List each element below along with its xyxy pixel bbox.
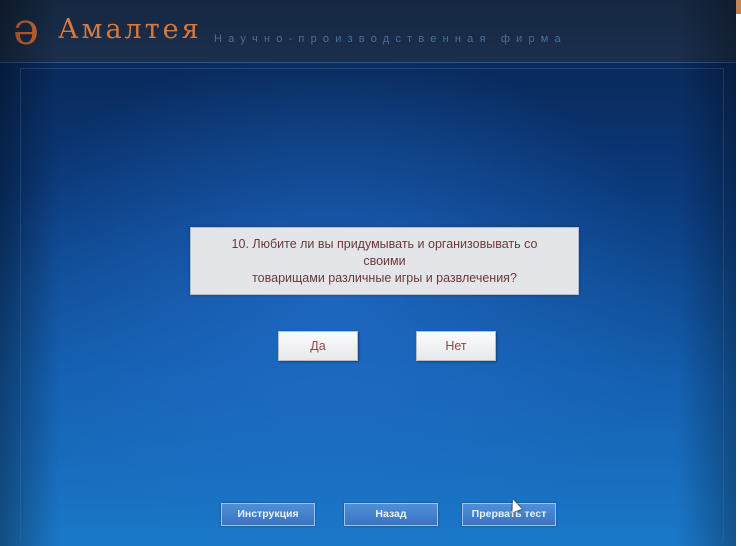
amalteya-logo-icon: ə [12,4,40,55]
instructions-button[interactable]: Инструкция [221,503,315,526]
question-line-1: 10. Любите ли вы придумывать и организов… [231,236,538,268]
question-text: 10. Любите ли вы придумывать и организов… [211,236,558,287]
yes-button[interactable]: Да [278,331,358,361]
test-screen: ə Амалтея Научно-производственная фирма … [0,0,736,546]
photo-frame: ə Амалтея Научно-производственная фирма … [0,0,741,546]
brand-name: Амалтея [58,14,202,45]
no-button[interactable]: Нет [416,331,496,361]
back-button[interactable]: Назад [344,503,438,526]
app-header: ə Амалтея Научно-производственная фирма [0,0,736,63]
question-line-2: товарищами различные игры и развлечения? [252,270,517,285]
stop-test-button[interactable]: Прервать тест [462,503,556,526]
question-box: 10. Любите ли вы придумывать и организов… [190,227,579,295]
brand-subtitle: Научно-производственная фирма [214,33,567,45]
content-frame [20,68,724,541]
